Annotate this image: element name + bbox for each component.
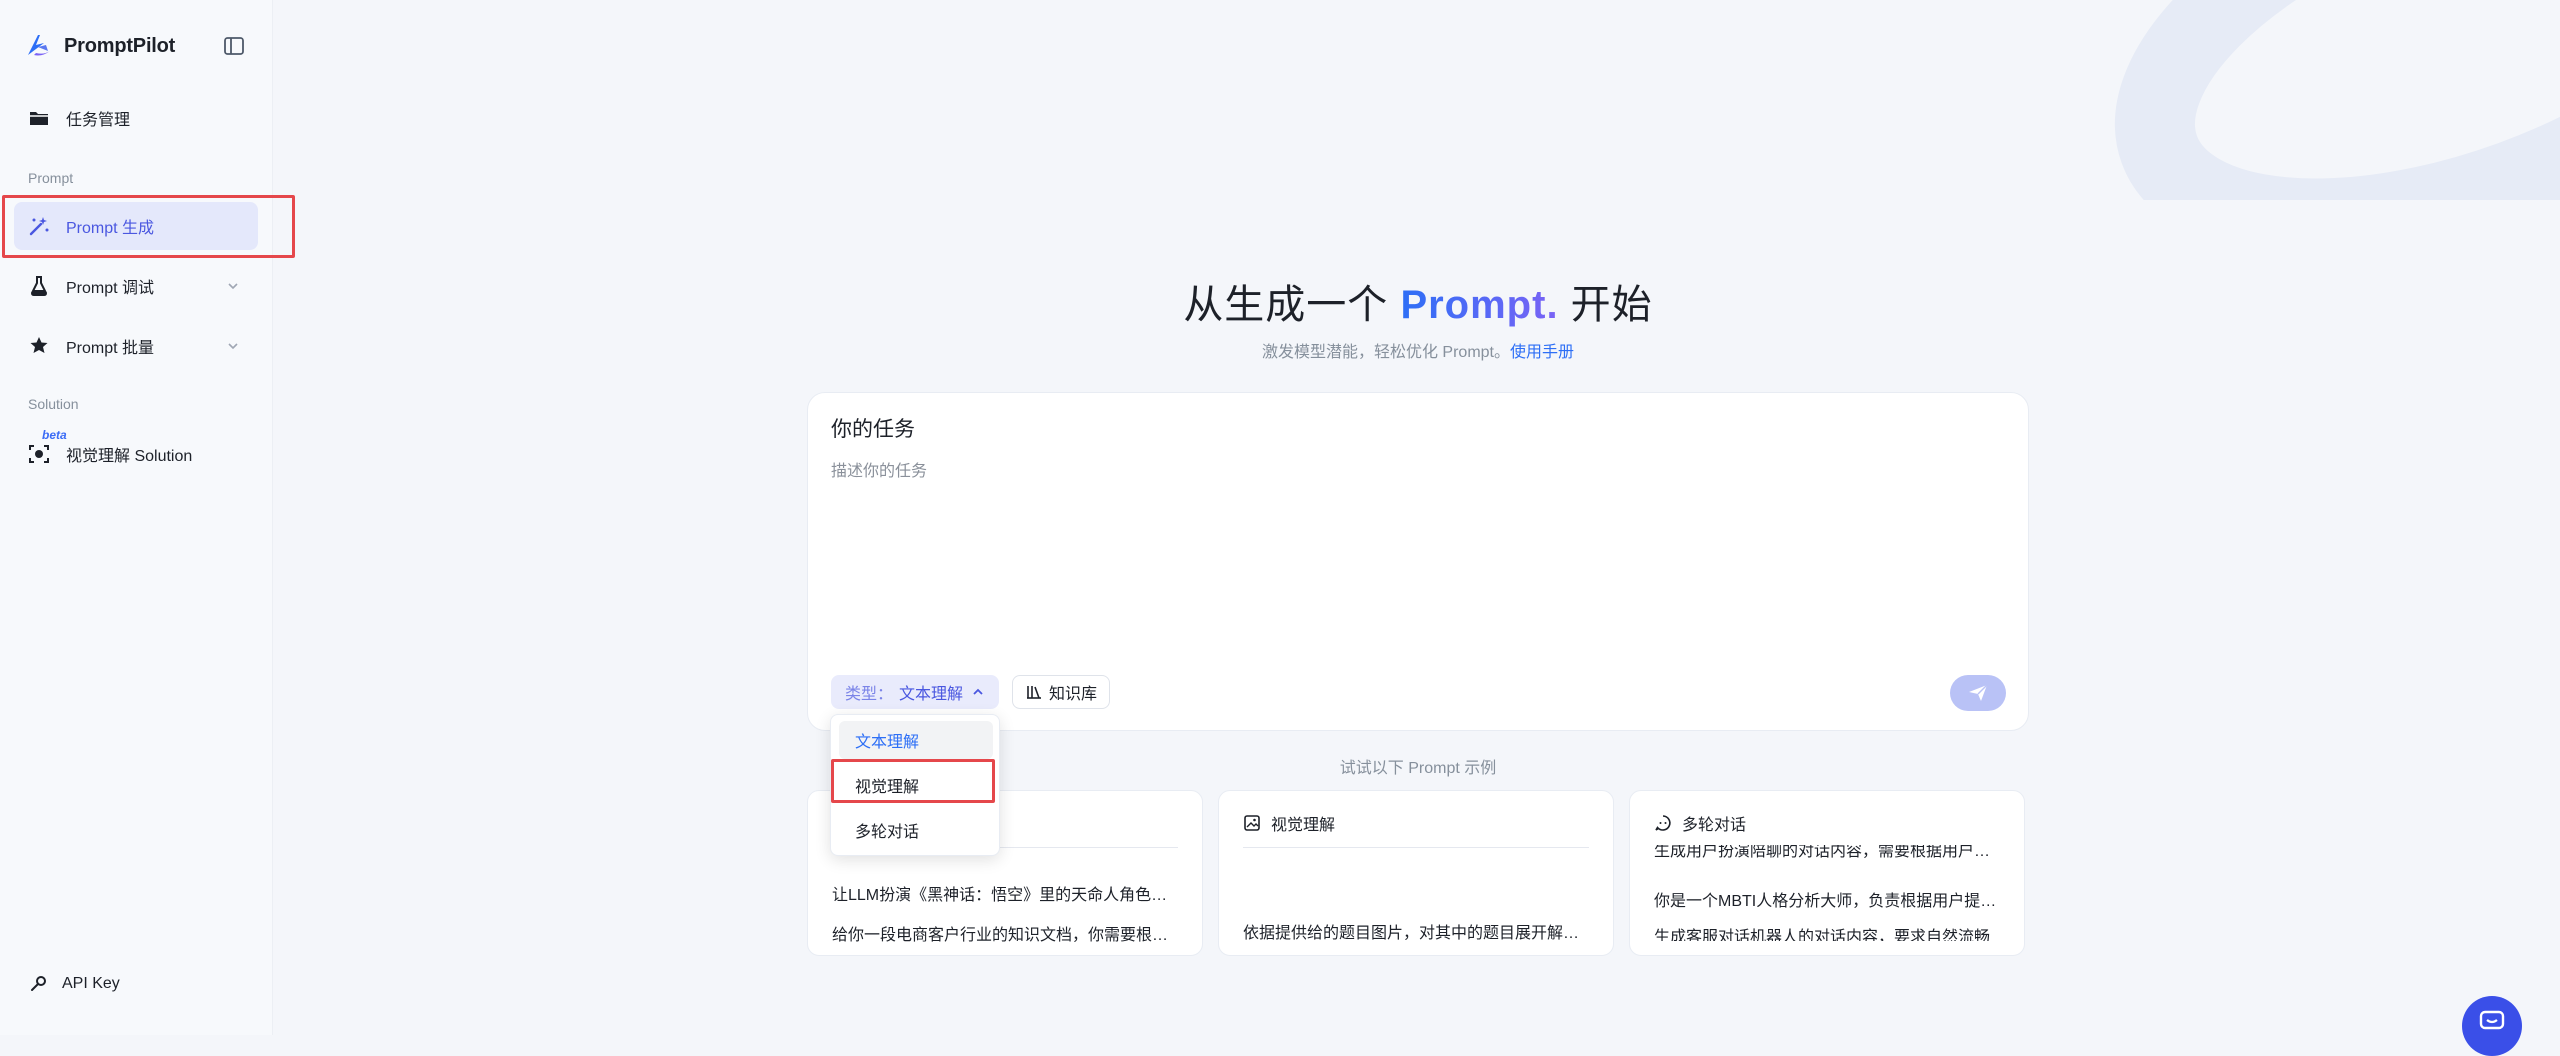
promptpilot-logo-icon xyxy=(28,35,50,56)
section-label-prompt: Prompt xyxy=(28,170,74,186)
image-icon xyxy=(1244,815,1260,831)
chat-support-icon xyxy=(2479,1010,2505,1030)
subtitle-text: 激发模型潜能，轻松优化 Prompt。 xyxy=(1261,344,1510,361)
example-prompt-line[interactable]: 让LLM扮演《黑神话：悟空》里的天命人角色，根据用户的提问进行回复 xyxy=(832,881,1178,905)
type-select-label: 类型： xyxy=(845,686,894,703)
task-description-input[interactable] xyxy=(831,457,2001,647)
task-type-dropdown: 文本理解 视觉理解 多轮对话 xyxy=(830,714,1000,856)
card-title: 多轮对话 xyxy=(1682,817,1747,834)
dropdown-option-vision[interactable]: 视觉理解 xyxy=(839,766,993,804)
sidebar-item-label: Prompt 生成 xyxy=(66,220,155,237)
magic-wand-icon xyxy=(28,215,50,237)
key-icon xyxy=(31,976,46,991)
flask-icon xyxy=(28,275,50,297)
sidebar-item-vision-solution[interactable]: 视觉理解 Solution xyxy=(14,430,258,478)
example-prompt-line[interactable]: 依据提供给的题目图片，对其中的题目展开解答并给出详细步骤 xyxy=(1243,919,1589,943)
task-type-select[interactable]: 类型： 文本理解 xyxy=(831,675,1000,709)
sidebar-item-label: 任务管理 xyxy=(66,112,131,129)
sidebar-item-prompt-batch[interactable]: Prompt 批量 xyxy=(14,322,258,370)
api-key-label: API Key xyxy=(62,975,120,992)
chevron-up-icon xyxy=(973,688,983,695)
sidebar-item-api-key[interactable]: API Key xyxy=(30,975,120,993)
vision-scan-icon xyxy=(28,443,50,465)
example-card-vision[interactable]: 视觉理解 依据提供给的题目图片，对其中的题目展开解答并给出详细步骤 xyxy=(1218,790,1614,956)
folder-icon xyxy=(28,107,50,129)
brand[interactable]: PromptPilot xyxy=(24,30,175,62)
example-prompt-line[interactable]: 你是一个MBTI人格分析大师，负责根据用户提供的信息进行分析 xyxy=(1654,887,2000,911)
page-title: 从生成一个 Prompt. 开始 xyxy=(808,272,2028,330)
card-title: 视觉理解 xyxy=(1271,817,1336,834)
chat-support-button[interactable] xyxy=(2462,996,2522,1056)
sidebar-item-prompt-debug[interactable]: Prompt 调试 xyxy=(14,262,258,310)
star-badge-icon xyxy=(28,335,50,357)
title-accent: Prompt. xyxy=(1400,283,1559,327)
brand-name: PromptPilot xyxy=(64,34,176,57)
card-divider xyxy=(1243,847,1589,848)
sidebar-item-task-management[interactable]: 任务管理 xyxy=(14,94,258,142)
section-label-solution: Solution xyxy=(28,396,79,412)
sidebar-collapse-icon[interactable] xyxy=(222,35,246,57)
example-prompt-line[interactable]: 生成用户扮演陪聊的对话内容，需要根据用户，持续进行回复 xyxy=(1654,845,2000,859)
type-select-value: 文本理解 xyxy=(899,686,964,703)
send-button[interactable] xyxy=(1950,675,2006,711)
sidebar-item-label: Prompt 批量 xyxy=(66,340,155,357)
chevron-down-icon xyxy=(228,343,238,350)
page-subtitle: 激发模型潜能，轻松优化 Prompt。使用手册 xyxy=(808,338,2028,362)
card-header: 多轮对话 xyxy=(1654,811,1746,835)
dropdown-option-text[interactable]: 文本理解 xyxy=(839,721,993,759)
knowledge-base-label: 知识库 xyxy=(1049,686,1098,703)
sidebar-item-label: Prompt 调试 xyxy=(66,280,155,297)
dropdown-option-dialog[interactable]: 多轮对话 xyxy=(839,811,993,849)
sidebar-item-label: 视觉理解 Solution xyxy=(66,448,193,465)
chevron-down-icon xyxy=(228,283,238,290)
title-prefix: 从生成一个 xyxy=(1183,283,1401,327)
send-icon xyxy=(1969,684,1988,701)
task-card: 你的任务 类型： 文本理解 知识库 xyxy=(807,392,2029,731)
example-prompt-line[interactable]: 给你一段电商客户行业的知识文档，你需要根据文档回答用户的问题 xyxy=(832,921,1178,945)
knowledge-base-button[interactable]: 知识库 xyxy=(1012,675,1111,709)
title-suffix: 开始 xyxy=(1558,283,1653,327)
decorative-arcs xyxy=(2114,0,2560,200)
manual-link[interactable]: 使用手册 xyxy=(1510,344,1574,361)
example-prompt-line[interactable]: 生成客服对话机器人的对话内容，要求自然流畅 xyxy=(1654,927,2000,941)
books-icon xyxy=(1027,686,1041,699)
sidebar-item-prompt-generate[interactable]: Prompt 生成 xyxy=(14,202,258,250)
chat-bubble-icon xyxy=(1655,815,1671,831)
sidebar: PromptPilot 任务管理 Prompt Prompt 生成 Prompt… xyxy=(0,0,273,1035)
task-title: 你的任务 xyxy=(831,418,915,441)
card-header: 视觉理解 xyxy=(1243,811,1335,835)
example-card-dialog[interactable]: 多轮对话 生成用户扮演陪聊的对话内容，需要根据用户，持续进行回复 你是一个MBT… xyxy=(1629,790,2025,956)
